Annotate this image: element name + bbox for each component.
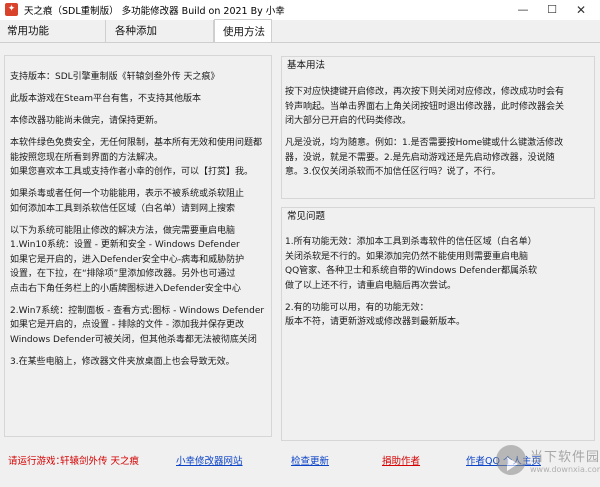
maximize-button[interactable]: ☐ (539, 0, 565, 20)
text-line: 如果它是开启的，进入Defender安全中心-病毒和威胁防护 (10, 254, 245, 265)
text-line: 能按照您现在所看到界面的方法解决。 (10, 152, 164, 163)
game-name: 轩辕剑外传 天之痕 (60, 456, 140, 467)
text-line: 3.在某些电脑上，修改器文件夹放桌面上也会导致无效。 (10, 356, 235, 367)
text-line: 意。3.仅仅关闭杀软而不加信任区行吗？说了，不行。 (285, 167, 501, 177)
text-line: 支持版本：SDL引擎重制版《轩辕剑叁外传 天之痕》 (10, 72, 220, 82)
watermark-text: 当下软件园 (530, 450, 600, 465)
text-line: 如果您喜欢本工具或支持作者小幸的创作，可以【打赏】我。 (10, 167, 254, 177)
basic-usage-text: 按下对应快捷键开启修改，再次按下则关闭对应修改，修改成功时会有 铃声响起。当单击界… (285, 85, 564, 180)
text-line: 关闭杀软是不行的。如果添加完仍然不能使用则需要重启电脑 (285, 251, 529, 262)
donate-author-link[interactable]: 捐助作者 (382, 453, 420, 467)
check-update-link[interactable]: 检查更新 (291, 453, 329, 467)
title-bar: ✦ 天之痕（SDL重制版） 多功能修改器 Build on 2021 By 小幸… (0, 0, 600, 20)
text-line: Windows Defender可被关闭，但其他杀毒都无法被彻底关闭 (10, 334, 257, 345)
tab-common-functions[interactable]: 常用功能 (0, 20, 106, 42)
text-line: 如果杀毒或者任何一个功能能用，表示不被系统或杀软阻止 (10, 189, 245, 199)
faq-panel: 常见问题 1.所有功能无效：添加本工具到杀毒软件的信任区域（白名单） 关闭杀软是… (281, 207, 595, 441)
text-line: 本修改器功能尚未做完，请保持更新。 (10, 116, 164, 126)
text-line: 器，没说，就是不需要。2.是先启动游戏还是先启动修改器，没说随 (285, 152, 555, 163)
play-logo-icon (496, 445, 526, 475)
support-info-panel: 支持版本：SDL引擎重制版《轩辕剑叁外传 天之痕》 此版本游戏在Steam平台有售… (4, 55, 272, 437)
tab-usage-instructions[interactable]: 使用方法 (214, 19, 272, 42)
basic-usage-panel: 基本用法 按下对应快捷键开启修改，再次按下则关闭对应修改，修改成功时会有 铃声响起… (281, 56, 595, 199)
watermark-url: www.downxia.com (530, 465, 600, 474)
basic-usage-title: 基本用法 (285, 57, 328, 71)
text-line: 2.Win7系统：控制面板 - 查看方式:图标 - Windows Defend… (10, 305, 265, 316)
text-line: 如果它是开启的，点设置 - 排除的文件 - 添加我并保存更改 (10, 320, 244, 330)
text-line: 闭大部分已开启的代码类修改。 (285, 116, 412, 126)
minimize-button[interactable]: — (510, 0, 536, 20)
text-line: 凡是没说，均为随意。例如：1.是否需要按Home键或什么键激活修改 (285, 138, 564, 148)
text-line: 本软件绿色免费安全，无任何限制，基本所有无效和使用问题都 (10, 138, 263, 148)
text-line: 1.Win10系统：设置 - 更新和安全 - Windows Defender (10, 240, 240, 250)
support-info-text: 支持版本：SDL引擎重制版《轩辕剑叁外传 天之痕》 此版本游戏在Steam平台有售… (10, 70, 264, 369)
tab-various-additions[interactable]: 各种添加 (106, 20, 214, 42)
text-line: 版本不符，请更新游戏或修改器到最新版本。 (285, 317, 466, 327)
close-button[interactable]: ✕ (568, 0, 594, 20)
site-watermark: 当下软件园 www.downxia.com (496, 441, 600, 487)
text-line: 设置，在下拉，在“排除项”里添加修改器。另外也可通过 (10, 269, 236, 279)
running-game-label: 请运行游戏： (8, 456, 66, 467)
faq-title: 常见问题 (285, 208, 328, 222)
tab-content: 支持版本：SDL引擎重制版《轩辕剑叁外传 天之痕》 此版本游戏在Steam平台有售… (0, 43, 600, 487)
app-icon: ✦ (5, 3, 18, 16)
text-line: QQ管家、各种卫士和系统自带的Windows Defender都属杀软 (285, 266, 538, 276)
faq-text: 1.所有功能无效：添加本工具到杀毒软件的信任区域（白名单） 关闭杀软是不行的。如… (285, 235, 537, 330)
tab-bar: 常用功能 各种添加 使用方法 (0, 19, 600, 43)
text-line: 1.所有功能无效：添加本工具到杀毒软件的信任区域（白名单） (285, 237, 537, 247)
text-line: 铃声响起。当单击界面右上角关闭按钮时退出修改器，此时修改器会关 (285, 101, 565, 112)
text-line: 做了以上还不行，请重启电脑后再次尝试。 (285, 280, 457, 291)
window-title: 天之痕（SDL重制版） 多功能修改器 Build on 2021 By 小幸 (24, 6, 285, 17)
text-line: 如何添加本工具到杀软信任区域（白名单）请到网上搜索 (10, 203, 236, 214)
trainer-website-link[interactable]: 小幸修改器网站 (176, 453, 243, 467)
text-line: 以下为系统可能阻止修改的解决方法，做完需要重启电脑 (10, 225, 236, 236)
text-line: 按下对应快捷键开启修改，再次按下则关闭对应修改，修改成功时会有 (285, 87, 565, 97)
text-line: 点击右下角任务栏上的小盾牌图标进入Defender安全中心 (10, 283, 241, 294)
text-line: 2.有的功能可以用，有的功能无效： (285, 302, 429, 313)
text-line: 此版本游戏在Steam平台有售，不支持其他版本 (10, 94, 202, 104)
